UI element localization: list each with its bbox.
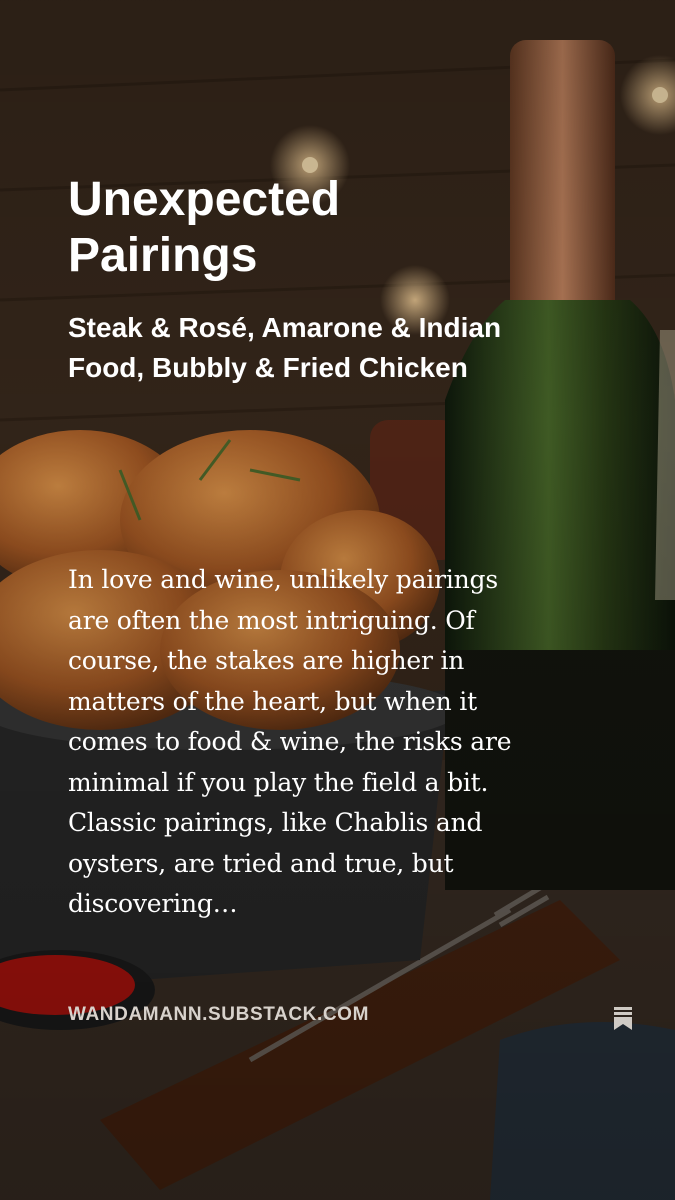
post-subtitle: Steak & Rosé, Amarone & Indian Food, Bub… <box>68 312 502 383</box>
source-link[interactable]: WANDAMANN.SUBSTACK.COM <box>68 1004 369 1026</box>
post-excerpt: In love and wine, unlikely pairings are … <box>68 565 512 918</box>
bookmark-icon[interactable] <box>610 1005 636 1031</box>
post-share-card[interactable]: Unexpected Pairings Steak & Rosé, Amaron… <box>0 0 675 1200</box>
post-title: Unexpected Pairings <box>68 173 341 282</box>
